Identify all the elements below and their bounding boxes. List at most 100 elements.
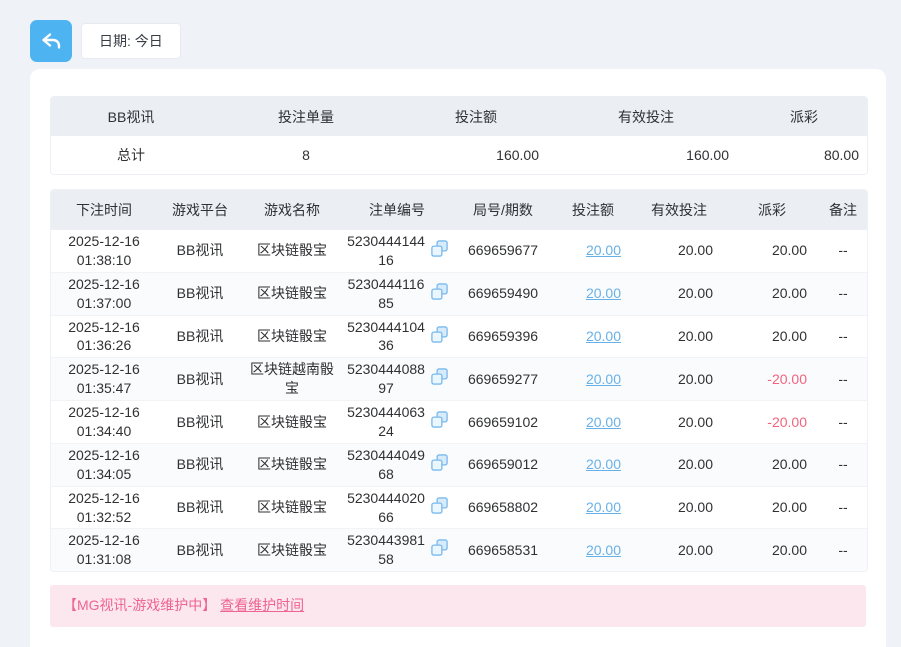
col-header-payout: 派彩	[725, 190, 819, 230]
cell-round-no: 669659277	[453, 358, 553, 401]
cell-remark: --	[819, 358, 867, 401]
cell-bet-no: 523044406324	[341, 401, 453, 444]
cell-bet-time: 2025-12-16 01:37:00	[51, 273, 157, 316]
cell-payout: 20.00	[725, 230, 819, 273]
payout-value: 20.00	[772, 456, 807, 472]
maintenance-time-link[interactable]: 查看维护时间	[220, 597, 304, 613]
cell-platform: BB视讯	[157, 487, 243, 530]
bet-no-value: 523044398158	[345, 531, 427, 569]
copy-icon[interactable]	[430, 239, 449, 263]
cell-remark: --	[819, 529, 867, 571]
cell-platform: BB视讯	[157, 273, 243, 316]
payout-value: 20.00	[772, 285, 807, 301]
bet-amount-link[interactable]: 20.00	[586, 328, 621, 344]
payout-value: 20.00	[772, 499, 807, 515]
cell-payout: 20.00	[725, 487, 819, 530]
col-header-bet-no: 注单编号	[341, 190, 453, 230]
back-button[interactable]	[30, 20, 72, 62]
copy-icon[interactable]	[430, 538, 449, 562]
cell-bet-time: 2025-12-16 01:32:52	[51, 487, 157, 530]
summary-header-bet-amount: 投注额	[401, 97, 551, 136]
cell-remark: --	[819, 230, 867, 273]
bet-amount-link[interactable]: 20.00	[586, 285, 621, 301]
summary-total-row: 总计 8 160.00 160.00 80.00	[51, 136, 867, 174]
payout-value: 20.00	[772, 328, 807, 344]
cell-round-no: 669658802	[453, 487, 553, 530]
bet-amount-link[interactable]: 20.00	[586, 414, 621, 430]
cell-bet-no: 523044410436	[341, 316, 453, 359]
cell-valid-bet: 20.00	[633, 401, 725, 444]
summary-total-count: 8	[211, 136, 401, 174]
col-header-bet-time: 下注时间	[51, 190, 157, 230]
cell-payout: 20.00	[725, 316, 819, 359]
col-header-round-no: 局号/期数	[453, 190, 553, 230]
summary-header-platform: BB视讯	[51, 97, 211, 136]
cell-game-name: 区块链骰宝	[243, 316, 341, 359]
cell-platform: BB视讯	[157, 401, 243, 444]
back-arrow-icon	[38, 28, 64, 54]
cell-bet-time: 2025-12-16 01:34:05	[51, 444, 157, 487]
cell-bet-no: 523044402066	[341, 487, 453, 530]
copy-icon[interactable]	[430, 367, 449, 391]
bet-no-value: 523044408897	[345, 360, 427, 398]
cell-valid-bet: 20.00	[633, 273, 725, 316]
table-row: 2025-12-16 01:32:52 BB视讯 区块链骰宝 523044402…	[51, 487, 867, 530]
cell-remark: --	[819, 401, 867, 444]
cell-game-name: 区块链骰宝	[243, 273, 341, 316]
bet-amount-link[interactable]: 20.00	[586, 499, 621, 515]
table-row: 2025-12-16 01:34:05 BB视讯 区块链骰宝 523044404…	[51, 444, 867, 487]
copy-icon[interactable]	[430, 282, 449, 306]
payout-value: 20.00	[772, 242, 807, 258]
cell-bet-time: 2025-12-16 01:36:26	[51, 316, 157, 359]
cell-valid-bet: 20.00	[633, 444, 725, 487]
col-header-platform: 游戏平台	[157, 190, 243, 230]
cell-round-no: 669659012	[453, 444, 553, 487]
payout-value: -20.00	[767, 371, 807, 387]
col-header-remark: 备注	[819, 190, 867, 230]
maintenance-banner: 【MG视讯-游戏维护中】 查看维护时间	[50, 585, 866, 627]
summary-total-valid-bet: 160.00	[551, 136, 741, 174]
cell-payout: 20.00	[725, 444, 819, 487]
summary-total-payout: 80.00	[741, 136, 867, 174]
cell-remark: --	[819, 444, 867, 487]
bet-amount-link[interactable]: 20.00	[586, 371, 621, 387]
bet-no-value: 523044411685	[345, 275, 427, 313]
col-header-bet-amount: 投注额	[553, 190, 633, 230]
table-row: 2025-12-16 01:38:10 BB视讯 区块链骰宝 523044414…	[51, 230, 867, 273]
cell-payout: -20.00	[725, 401, 819, 444]
table-row: 2025-12-16 01:31:08 BB视讯 区块链骰宝 523044398…	[51, 529, 867, 571]
cell-valid-bet: 20.00	[633, 358, 725, 401]
cell-valid-bet: 20.00	[633, 487, 725, 530]
cell-platform: BB视讯	[157, 358, 243, 401]
cell-round-no: 669659396	[453, 316, 553, 359]
copy-icon[interactable]	[430, 325, 449, 349]
bet-amount-link[interactable]: 20.00	[586, 456, 621, 472]
copy-icon[interactable]	[430, 453, 449, 477]
cell-remark: --	[819, 487, 867, 530]
table-row: 2025-12-16 01:34:40 BB视讯 区块链骰宝 523044406…	[51, 401, 867, 444]
cell-round-no: 669659490	[453, 273, 553, 316]
bet-no-value: 523044406324	[345, 403, 427, 441]
table-row: 2025-12-16 01:37:00 BB视讯 区块链骰宝 523044411…	[51, 273, 867, 316]
cell-round-no: 669658531	[453, 529, 553, 571]
cell-bet-amount: 20.00	[553, 273, 633, 316]
cell-bet-amount: 20.00	[553, 529, 633, 571]
bet-table-header-row: 下注时间 游戏平台 游戏名称 注单编号 局号/期数 投注额 有效投注 派彩 备注	[51, 190, 867, 230]
payout-value: -20.00	[767, 414, 807, 430]
date-filter-label: 日期: 今日	[99, 31, 163, 51]
copy-icon[interactable]	[430, 410, 449, 434]
cell-bet-amount: 20.00	[553, 487, 633, 530]
date-filter-chip[interactable]: 日期: 今日	[81, 23, 181, 59]
summary-table: BB视讯 投注单量 投注额 有效投注 派彩 总计 8 160.00 160.00…	[50, 96, 868, 175]
bet-no-value: 523044410436	[345, 318, 427, 356]
cell-platform: BB视讯	[157, 230, 243, 273]
bet-amount-link[interactable]: 20.00	[586, 242, 621, 258]
cell-valid-bet: 20.00	[633, 230, 725, 273]
cell-bet-no: 523044398158	[341, 529, 453, 571]
cell-bet-no: 523044414416	[341, 230, 453, 273]
summary-header-bet-count: 投注单量	[211, 97, 401, 136]
copy-icon[interactable]	[430, 496, 449, 520]
cell-bet-amount: 20.00	[553, 358, 633, 401]
bet-amount-link[interactable]: 20.00	[586, 542, 621, 558]
summary-header-row: BB视讯 投注单量 投注额 有效投注 派彩	[51, 97, 867, 136]
